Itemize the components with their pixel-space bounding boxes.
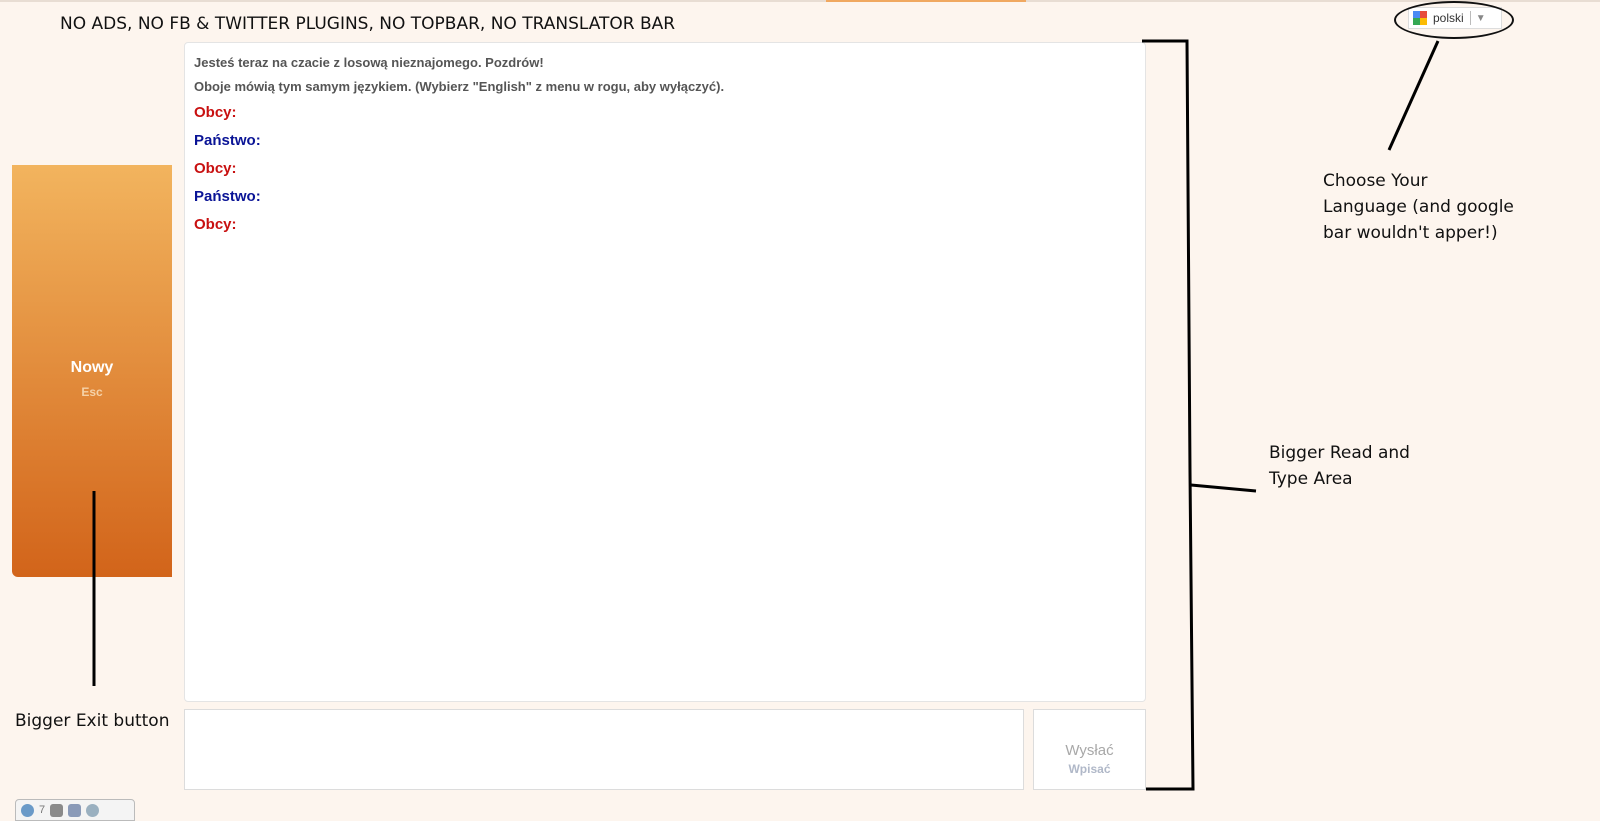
- language-pointer-line: [1387, 40, 1440, 151]
- share-icon[interactable]: [50, 803, 64, 817]
- feedback-icon[interactable]: [86, 803, 100, 817]
- annotation-strokes: [92, 39, 1440, 791]
- play-icon[interactable]: [21, 803, 34, 817]
- toolbar-count: 7: [39, 804, 46, 816]
- bottom-toolbar: 7: [15, 799, 135, 821]
- facebook-icon[interactable]: [68, 803, 82, 817]
- area-pointer-line: [1190, 483, 1257, 493]
- area-bracket: [1142, 39, 1195, 791]
